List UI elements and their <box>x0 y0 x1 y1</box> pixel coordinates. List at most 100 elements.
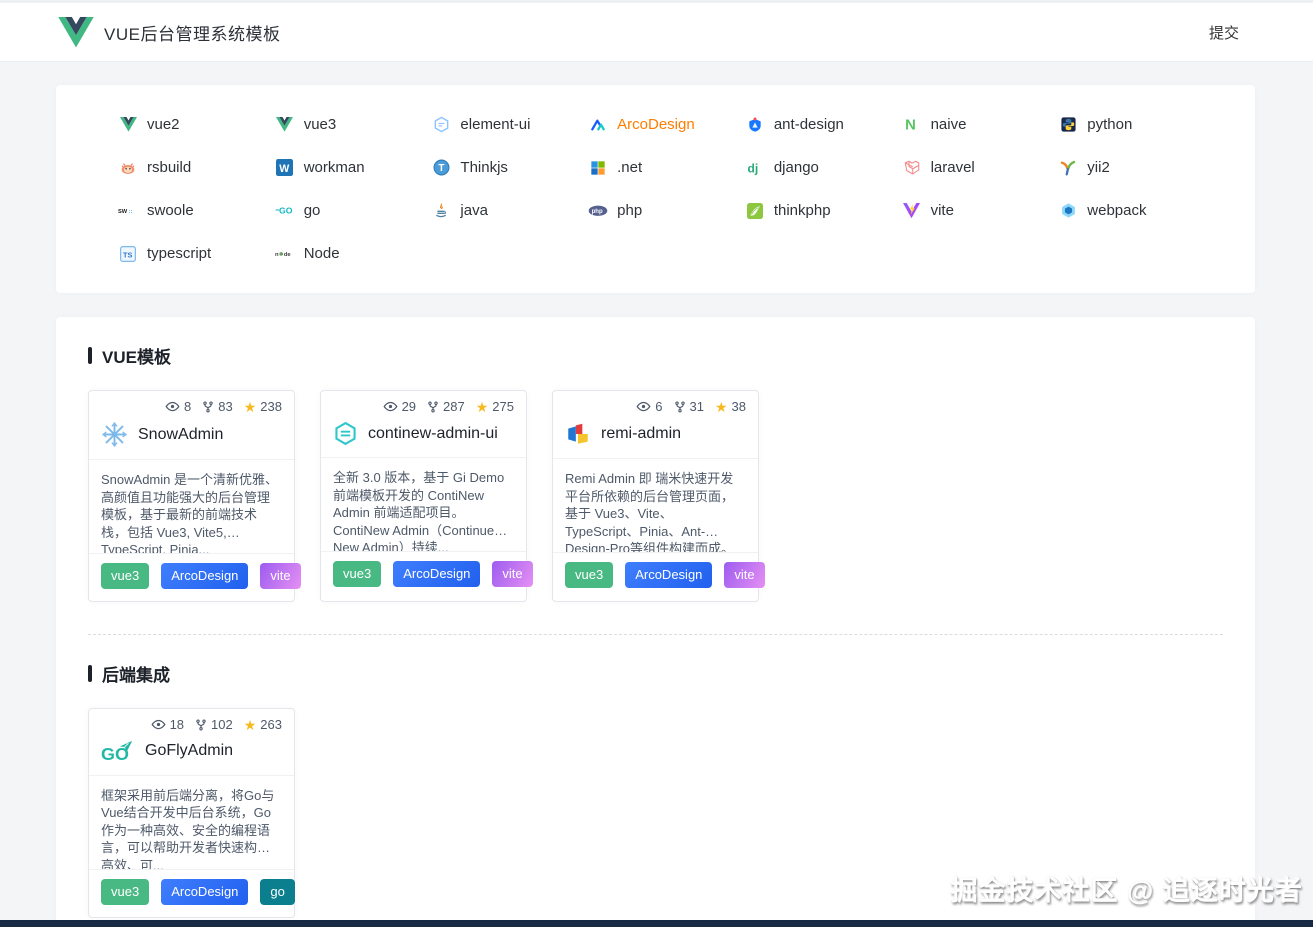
filter-label: php <box>617 202 643 219</box>
stars-stat: ★ 263 <box>243 716 282 733</box>
card-title-row: continew-admin-ui <box>333 421 514 446</box>
views-stat: 6 <box>636 399 663 414</box>
vue-icon <box>275 115 295 135</box>
color-squares-icon <box>568 423 588 444</box>
filter-grid: vue2 vue3 element-ui ArcoDesign ant-desi… <box>118 103 1215 275</box>
tag-go[interactable]: go <box>260 878 295 905</box>
tag-arcodesign[interactable]: ArcoDesign <box>161 563 249 589</box>
filter-item-ant-design[interactable]: ant-design <box>745 115 902 135</box>
filter-item-workman[interactable]: W workman <box>275 158 432 178</box>
content-panel: VUE模板 8 83 ★ 238 SnowAdmin SnowAdmin 是一个… <box>56 317 1255 927</box>
forks-stat: 287 <box>427 399 465 414</box>
filter-item-vue2[interactable]: vue2 <box>118 115 275 135</box>
svg-text:dj: dj <box>747 161 758 175</box>
tag-vue3[interactable]: vue3 <box>565 562 614 588</box>
eye-icon <box>383 401 398 412</box>
webpack-icon <box>1058 201 1078 221</box>
thinkjs-icon: T <box>431 158 451 178</box>
views-stat: 8 <box>165 399 191 414</box>
card-tags: vue3 ArcoDesign go <box>89 870 295 917</box>
filter-label: thinkphp <box>773 202 831 219</box>
swoole-icon: SW:: <box>118 201 138 221</box>
tag-vite[interactable]: vite <box>260 563 301 589</box>
tag-vue3[interactable]: vue3 <box>101 563 150 589</box>
card-title-row: SnowAdmin <box>101 421 282 448</box>
filter-item-element-ui[interactable]: element-ui <box>431 115 588 135</box>
svg-text:php: php <box>592 209 603 215</box>
filter-item-arcodesign[interactable]: ArcoDesign <box>588 115 745 135</box>
filter-item-go[interactable]: GO go <box>275 201 432 221</box>
stars-stat: ★ 275 <box>475 398 514 415</box>
vue-icon <box>118 115 138 135</box>
typescript-icon: TS <box>118 244 138 264</box>
filter-item-thinkphp[interactable]: thinkphp <box>745 201 902 221</box>
filter-label: ArcoDesign <box>617 116 695 133</box>
python-icon <box>1058 115 1078 135</box>
snowflake-icon <box>102 422 127 447</box>
tag-vue3[interactable]: vue3 <box>101 878 150 905</box>
tag-vue3[interactable]: vue3 <box>333 561 382 587</box>
template-card-goflyadmin[interactable]: 18 102 ★ 263 GO GoFlyAdmin 框架采用前后端分离，将Go… <box>88 708 295 918</box>
filter-item-python[interactable]: python <box>1058 115 1215 135</box>
card-head: 18 102 ★ 263 GO GoFlyAdmin <box>89 709 294 775</box>
filter-item-typescript[interactable]: TS typescript <box>118 244 275 264</box>
yii2-icon <box>1058 158 1078 178</box>
filter-item-thinkjs[interactable]: T Thinkjs <box>431 158 588 178</box>
filter-item-java[interactable]: java <box>431 201 588 221</box>
svg-text:::: :: <box>129 209 133 215</box>
tag-arcodesign[interactable]: ArcoDesign <box>161 878 249 905</box>
filter-item-django[interactable]: dj django <box>745 158 902 178</box>
eye-icon <box>636 401 651 412</box>
filter-item-naive[interactable]: N naive <box>902 115 1059 135</box>
go-icon: GO <box>275 201 295 221</box>
filter-label: rsbuild <box>147 159 192 176</box>
filter-item-php[interactable]: php php <box>588 201 745 221</box>
star-icon: ★ <box>475 398 489 415</box>
filter-label: .net <box>617 159 643 176</box>
card-head: 8 83 ★ 238 SnowAdmin <box>89 391 294 459</box>
node-icon: n de <box>275 244 295 264</box>
filter-label: laravel <box>930 159 975 176</box>
card-row: 8 83 ★ 238 SnowAdmin SnowAdmin 是一个清新优雅、高… <box>88 390 1223 602</box>
svg-text:GO: GO <box>279 206 293 216</box>
card-name: SnowAdmin <box>138 425 224 443</box>
filter-panel: vue2 vue3 element-ui ArcoDesign ant-desi… <box>56 85 1255 293</box>
card-name: GoFlyAdmin <box>145 742 234 760</box>
template-card-continew-admin-ui[interactable]: 29 287 ★ 275 continew-admin-ui 全新 3.0 版本… <box>320 390 533 602</box>
filter-item-vue3[interactable]: vue3 <box>275 115 432 135</box>
filter-item-node[interactable]: n de Node <box>275 244 432 264</box>
filter-label: webpack <box>1087 202 1147 219</box>
filter-item-webpack[interactable]: webpack <box>1058 201 1215 221</box>
workman-icon: W <box>275 158 295 178</box>
tag-vite[interactable]: vite <box>724 562 765 588</box>
filter-label: yii2 <box>1087 159 1110 176</box>
tag-arcodesign[interactable]: ArcoDesign <box>625 562 713 588</box>
filter-item-dotnet[interactable]: .net <box>588 158 745 178</box>
card-description: 全新 3.0 版本，基于 Gi Demo 前端模板开发的 ContiNew Ad… <box>333 470 505 551</box>
card-tags: vue3 ArcoDesign vite <box>321 552 533 599</box>
fork-icon <box>203 401 213 412</box>
card-tags: vue3 ArcoDesign vite <box>553 553 765 600</box>
star-icon: ★ <box>714 398 728 415</box>
card-stats: 18 102 ★ 263 <box>101 717 282 732</box>
template-card-remi-admin[interactable]: 6 31 ★ 38 remi-admin Remi Admin 即 瑞米快速开发… <box>552 390 765 602</box>
django-icon: dj <box>745 158 765 178</box>
tag-arcodesign[interactable]: ArcoDesign <box>393 561 481 587</box>
svg-text:n: n <box>275 252 279 258</box>
filter-label: ant-design <box>773 116 844 133</box>
title-bar-icon <box>88 665 92 682</box>
submit-button[interactable]: 提交 <box>1209 22 1239 43</box>
filter-item-laravel[interactable]: laravel <box>902 158 1059 178</box>
filter-label: typescript <box>147 245 212 262</box>
section-title-text: 后端集成 <box>102 666 170 685</box>
tag-vite[interactable]: vite <box>492 561 533 587</box>
filter-label: swoole <box>147 202 194 219</box>
template-card-snowadmin[interactable]: 8 83 ★ 238 SnowAdmin SnowAdmin 是一个清新优雅、高… <box>88 390 301 602</box>
filter-item-swoole[interactable]: SW:: swoole <box>118 201 275 221</box>
card-title-row: GO GoFlyAdmin <box>101 739 282 764</box>
element-ui-icon <box>431 115 451 135</box>
filter-item-rsbuild[interactable]: rsbuild <box>118 158 275 178</box>
forks-stat: 83 <box>202 399 233 414</box>
filter-item-yii2[interactable]: yii2 <box>1058 158 1215 178</box>
filter-item-vite[interactable]: vite <box>902 201 1059 221</box>
